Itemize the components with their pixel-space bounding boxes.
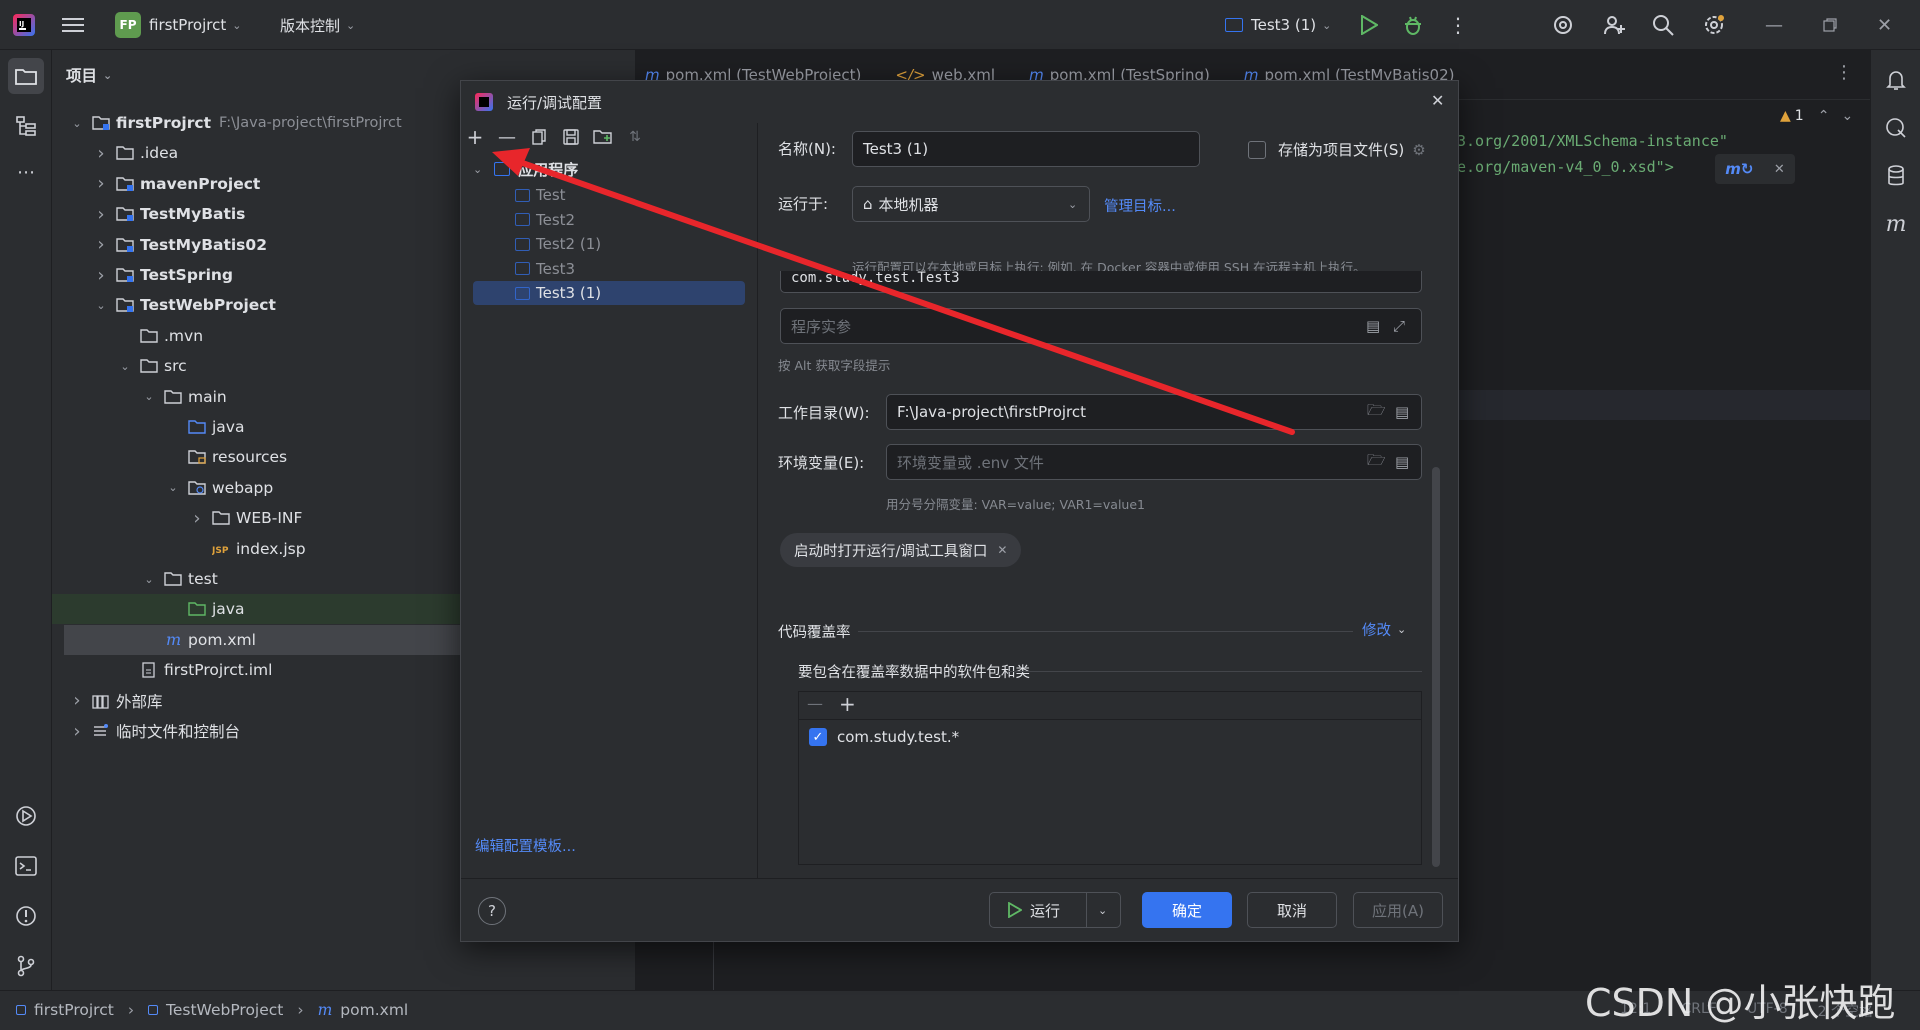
annotation-arrow — [492, 148, 1295, 435]
watermark: CSDN @小张快跑 — [1585, 981, 1896, 1025]
